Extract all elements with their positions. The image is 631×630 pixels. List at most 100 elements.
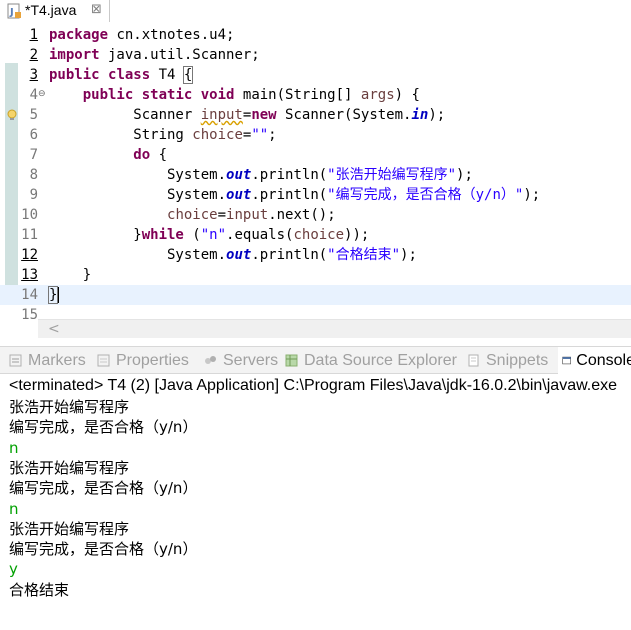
code-token: ); xyxy=(428,107,446,123)
code-token: in xyxy=(411,107,429,123)
code-line[interactable]: 10 choice=input.next(); xyxy=(0,205,631,225)
code-line[interactable]: 7 do { xyxy=(0,145,631,165)
tab-snippets-label: Snippets xyxy=(486,351,549,369)
code-line[interactable]: 12 System.out.println("合格结束"); xyxy=(0,245,631,265)
tab-data-source-explorer-label: Data Source Explorer xyxy=(304,351,457,369)
code-editor[interactable]: 1 package cn.xtnotes.u4; 2 import java.util… xyxy=(0,23,631,338)
code-line[interactable]: 13 } xyxy=(0,265,631,285)
code-token: .next(); xyxy=(268,207,336,223)
code-token: System. xyxy=(49,247,227,263)
editor-tab-t4-java[interactable]: J *T4.java ⊠ xyxy=(0,0,110,22)
code-token: "合格结束" xyxy=(327,247,401,263)
code-text: do { xyxy=(49,145,167,165)
code-line[interactable]: 3 public class T4 { xyxy=(0,65,631,85)
code-token: "编写完成，是否合格（y/n）" xyxy=(327,187,524,203)
java-file-icon: J xyxy=(7,3,21,19)
text-cursor xyxy=(58,287,60,303)
code-token: T4 xyxy=(150,67,184,83)
code-token: out xyxy=(226,247,252,263)
console-output-line: 张浩开始编写程序 xyxy=(9,398,130,416)
code-token: import xyxy=(49,47,100,63)
code-text: System.out.println("合格结束"); xyxy=(49,245,417,265)
collapse-toggle-icon[interactable]: ⊖ xyxy=(38,89,46,99)
tab-properties-label: Properties xyxy=(116,351,189,369)
code-line[interactable]: 9 System.out.println("编写完成，是否合格（y/n）"); xyxy=(0,185,631,205)
code-token: ); xyxy=(400,247,417,263)
console-icon xyxy=(562,356,571,365)
tab-markers[interactable]: Markers xyxy=(8,347,86,374)
code-text: } xyxy=(49,265,91,285)
snippets-icon xyxy=(468,354,479,367)
code-text: choice=input.next(); xyxy=(49,205,336,225)
code-token: } xyxy=(47,286,59,304)
code-line[interactable]: 11 }while ("n".equals(choice)); xyxy=(0,225,631,245)
code-token: choice xyxy=(293,227,345,243)
code-token: = xyxy=(217,207,227,223)
console-output-line: 张浩开始编写程序 xyxy=(9,459,130,477)
code-line[interactable]: 2 import java.util.Scanner; xyxy=(0,45,631,65)
code-token: class xyxy=(108,67,151,83)
code-token: System. xyxy=(49,167,227,183)
tab-properties[interactable]: Properties xyxy=(96,347,189,374)
line-number: 1 xyxy=(29,27,38,43)
code-line[interactable]: 14} xyxy=(0,285,631,305)
console-output-line: 编写完成，是否合格（y/n） xyxy=(9,540,198,558)
line-number: 10 xyxy=(21,207,38,223)
tab-snippets[interactable]: Snippets xyxy=(466,347,548,374)
code-text: Scanner input=new Scanner(System.in); xyxy=(49,105,445,125)
code-token: String xyxy=(49,127,193,143)
code-token: .equals( xyxy=(226,227,294,243)
code-token: } xyxy=(49,227,142,243)
console-status: <terminated> T4 (2) [Java Application] C… xyxy=(9,377,618,394)
code-token: static xyxy=(141,87,193,103)
editor-tab-label: *T4.java xyxy=(25,2,77,18)
code-token: .println( xyxy=(251,167,328,183)
code-token: out xyxy=(226,167,252,183)
code-token: input xyxy=(226,207,269,223)
svg-text:J: J xyxy=(9,7,14,18)
code-text: import java.util.Scanner; xyxy=(49,45,260,65)
code-token: "张浩开始编写程序" xyxy=(327,167,457,183)
code-token: } xyxy=(49,267,92,283)
console-output-line: 编写完成，是否合格（y/n） xyxy=(9,418,198,436)
line-number: 7 xyxy=(29,147,38,163)
code-token: ) { xyxy=(394,87,420,103)
line-number: 6 xyxy=(29,127,38,143)
code-line[interactable]: 6 String choice=""; xyxy=(0,125,631,145)
code-token: ); xyxy=(523,187,541,203)
data-source-icon xyxy=(285,354,298,367)
scroll-left-arrow-icon[interactable]: < xyxy=(48,320,60,338)
code-token: cn.xtnotes.u4; xyxy=(108,27,235,43)
code-token: java.util.Scanner; xyxy=(99,47,260,63)
code-token: )); xyxy=(344,227,370,243)
tab-console-label: Console xyxy=(576,351,631,369)
code-line[interactable]: 1 package cn.xtnotes.u4; xyxy=(0,25,631,45)
line-number: 13 xyxy=(21,267,38,283)
console-input-line: n xyxy=(9,500,19,518)
code-token: package xyxy=(49,27,109,43)
code-token: new xyxy=(251,107,277,123)
tab-servers[interactable]: Servers xyxy=(203,347,278,374)
tab-console[interactable]: Console xyxy=(558,347,631,374)
warning-lightbulb-icon[interactable] xyxy=(6,109,18,121)
close-tab-icon[interactable]: ⊠ xyxy=(91,2,102,17)
tab-markers-label: Markers xyxy=(28,351,86,369)
line-number: 14 xyxy=(21,287,38,303)
code-token: do xyxy=(133,147,151,163)
code-line[interactable]: 4 ⊖ public static void main(String[] args… xyxy=(0,85,631,105)
line-number: 3 xyxy=(29,67,38,83)
horizontal-scrollbar[interactable]: < xyxy=(38,319,631,338)
code-token: { xyxy=(150,147,168,163)
code-line[interactable]: 8 System.out.println("张浩开始编写程序"); xyxy=(0,165,631,185)
code-line[interactable]: 5 Scanner input=new Scanner(System.in); xyxy=(0,105,631,125)
console-output-line: 编写完成，是否合格（y/n） xyxy=(9,479,198,497)
code-token: while xyxy=(141,227,184,243)
code-token: choice xyxy=(167,207,218,223)
code-token: ; xyxy=(268,127,277,143)
tab-data-source-explorer[interactable]: Data Source Explorer xyxy=(284,347,457,374)
code-token: void xyxy=(200,87,235,103)
line-number: 12 xyxy=(21,247,38,263)
